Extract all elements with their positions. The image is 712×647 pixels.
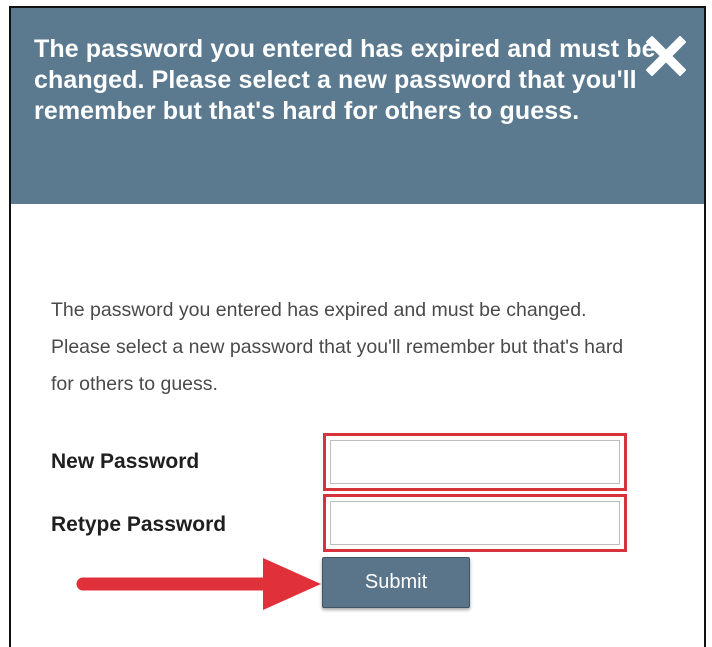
retype-password-highlight bbox=[323, 494, 627, 552]
retype-password-label: Retype Password bbox=[51, 513, 227, 536]
submit-button[interactable]: Submit bbox=[322, 557, 470, 608]
right-arrow-icon bbox=[76, 558, 321, 610]
new-password-input[interactable] bbox=[330, 440, 620, 484]
instruction-text: The password you entered has expired and… bbox=[51, 299, 624, 395]
close-icon[interactable] bbox=[644, 34, 688, 78]
password-expired-dialog: The password you entered has expired and… bbox=[9, 6, 706, 647]
new-password-label: New Password bbox=[51, 450, 200, 473]
new-password-highlight bbox=[323, 433, 627, 491]
retype-password-input[interactable] bbox=[330, 501, 620, 545]
alert-banner: The password you entered has expired and… bbox=[11, 8, 704, 204]
banner-message: The password you entered has expired and… bbox=[34, 35, 656, 125]
